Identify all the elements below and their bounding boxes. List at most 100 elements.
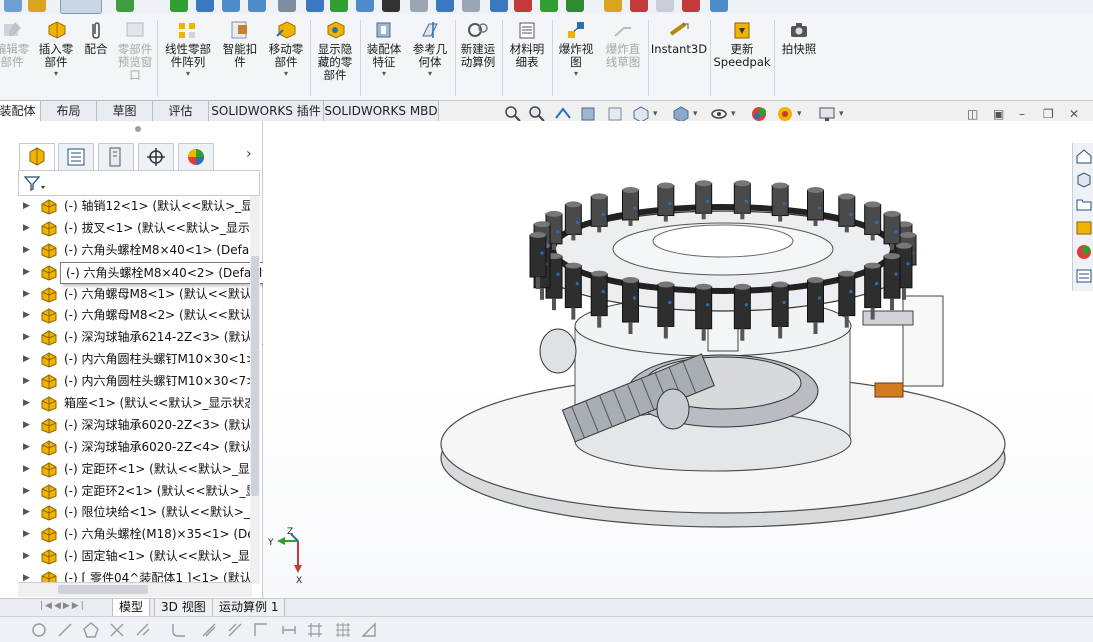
- mirror-tool-icon[interactable]: [134, 621, 152, 639]
- expand-arrow-icon[interactable]: ▶: [23, 546, 30, 568]
- trim-tool-icon[interactable]: [108, 621, 126, 639]
- expand-arrow-icon[interactable]: ▶: [23, 437, 30, 459]
- fillet-tool-icon[interactable]: [170, 621, 188, 639]
- expand-arrow-icon[interactable]: ▶: [23, 196, 30, 218]
- explode-line-sketch-button[interactable]: 爆炸直 线草图: [600, 20, 646, 69]
- expand-arrow-icon[interactable]: ▶: [23, 240, 30, 262]
- insert-component-button[interactable]: 插入零 部件 ▾: [35, 20, 77, 78]
- filter-icon[interactable]: [23, 174, 45, 192]
- reference-geometry-button[interactable]: 参考几 何体 ▾: [408, 20, 452, 78]
- mate-button[interactable]: 配合: [80, 20, 112, 56]
- offset-tool-icon[interactable]: [200, 621, 218, 639]
- tool-icon[interactable]: [514, 0, 532, 12]
- component-preview-button[interactable]: 零部件 预览窗 口: [113, 20, 157, 82]
- new-motion-study-button[interactable]: 新建运 动算例: [456, 20, 500, 69]
- sum-icon[interactable]: [382, 0, 400, 12]
- graphics-area[interactable]: Y Z X: [263, 121, 1093, 599]
- dropdown-arrow-icon[interactable]: ▾: [160, 69, 216, 78]
- close-icon[interactable]: ✕: [1069, 107, 1079, 121]
- expand-arrow-icon[interactable]: ▶: [23, 459, 30, 481]
- snapshot-button[interactable]: 拍快照: [776, 20, 822, 56]
- panel-grip[interactable]: [135, 126, 141, 132]
- bill-of-materials-button[interactable]: 材料明 细表: [504, 20, 550, 69]
- tab-sketch[interactable]: 草图: [96, 100, 153, 121]
- tool-icon[interactable]: [462, 0, 480, 12]
- exploded-view-button[interactable]: 爆炸视 图 ▾: [554, 20, 598, 78]
- tool-icon[interactable]: [710, 0, 728, 12]
- expand-arrow-icon[interactable]: ▶: [23, 415, 30, 437]
- slot-tool-icon[interactable]: [280, 621, 298, 639]
- check-icon[interactable]: [540, 0, 558, 12]
- tool-icon[interactable]: [356, 0, 374, 12]
- tab-addins[interactable]: SOLIDWORKS 插件: [208, 100, 324, 121]
- tab-display-manager[interactable]: [178, 143, 214, 171]
- dropdown-arrow-icon[interactable]: ▾: [35, 69, 77, 78]
- tool-icon[interactable]: [490, 0, 508, 12]
- tool-icon[interactable]: [278, 0, 296, 12]
- expand-arrow-icon[interactable]: ▶: [23, 305, 30, 327]
- tool-icon[interactable]: [682, 0, 700, 12]
- close-icon[interactable]: [566, 0, 584, 12]
- circle-tool-icon[interactable]: [30, 621, 48, 639]
- tool-icon[interactable]: [604, 0, 622, 12]
- line-tool-icon[interactable]: [56, 621, 74, 639]
- appearances-icon[interactable]: [1075, 243, 1093, 261]
- expand-arrow-icon[interactable]: ▶: [23, 568, 30, 582]
- instant3d-button[interactable]: Instant3D: [650, 20, 708, 56]
- tree-item[interactable]: ▶ (-) 六角螺母M8<2> (默认<<默认: [18, 305, 258, 327]
- tree-item[interactable]: ▶ (-) 六角螺母M8<1> (默认<<默认: [18, 284, 258, 306]
- tree-item[interactable]: ▶ (-) 定距环<1> (默认<<默认>_显示: [18, 459, 258, 481]
- tool-icon[interactable]: [656, 0, 674, 12]
- tree-item[interactable]: ▶ (-) 定距环2<1> (默认<<默认>_显: [18, 481, 258, 503]
- custom-properties-icon[interactable]: [1075, 267, 1093, 285]
- restore-icon[interactable]: ◫: [967, 107, 978, 121]
- dropdown-arrow-icon[interactable]: ▾: [362, 69, 406, 78]
- tree-item[interactable]: ▶ (-) 深沟球轴承6020-2Z<3> (默认: [18, 415, 258, 437]
- expand-arrow-icon[interactable]: ▶: [23, 371, 30, 393]
- expand-arrow-icon[interactable]: ▶: [23, 327, 30, 349]
- tree-item[interactable]: ▶ (-) 深沟球轴承6020-2Z<4> (默认: [18, 437, 258, 459]
- update-speedpak-button[interactable]: 更新 Speedpak: [712, 20, 772, 69]
- tab-property-manager[interactable]: [58, 143, 94, 171]
- tree-filter-bar[interactable]: [18, 170, 260, 196]
- expand-arrow-icon[interactable]: ▶: [23, 284, 30, 306]
- tab-mbd[interactable]: SOLIDWORKS MBD: [323, 100, 439, 121]
- tree-item[interactable]: ▶ (-) 限位块给<1> (默认<<默认>_显: [18, 502, 258, 524]
- expand-arrow-icon[interactable]: ▶: [23, 393, 30, 415]
- tool-icon[interactable]: [222, 0, 240, 12]
- tool-icon[interactable]: [196, 0, 214, 12]
- tree-item[interactable]: ▶ (-) 六角头螺栓M8×40<1> (Defau: [18, 240, 258, 262]
- tool-icon[interactable]: [306, 0, 324, 12]
- edit-component-button[interactable]: 编辑零 部件: [0, 20, 30, 69]
- smart-fasteners-button[interactable]: 智能扣 件: [218, 20, 262, 69]
- tree-item[interactable]: ▶ (-) 内六角圆柱头螺钉M10×30<7>: [18, 371, 258, 393]
- home-icon[interactable]: [1075, 147, 1093, 165]
- dropdown-arrow-icon[interactable]: ▾: [408, 69, 452, 78]
- scrollbar-thumb[interactable]: [251, 256, 259, 496]
- tree-item[interactable]: ▶ (-) 拔叉<1> (默认<<默认>_显示状: [18, 218, 258, 240]
- tree-horizontal-scrollbar[interactable]: [18, 582, 252, 597]
- tool-icon[interactable]: [410, 0, 428, 12]
- tab-feature-manager[interactable]: [19, 143, 55, 171]
- check-icon[interactable]: [330, 0, 348, 12]
- polygon-tool-icon[interactable]: [82, 621, 100, 639]
- assembly-features-button[interactable]: 装配体 特征 ▾: [362, 20, 406, 78]
- scrollbar-thumb[interactable]: [58, 585, 148, 594]
- expand-arrow-icon[interactable]: ▶: [23, 481, 30, 503]
- tab-layout[interactable]: 布局: [40, 100, 97, 121]
- tab-evaluate[interactable]: 评估: [152, 100, 209, 121]
- pattern-tool-icon[interactable]: [334, 621, 352, 639]
- tile-icon[interactable]: ▣: [993, 107, 1004, 121]
- expand-arrow-icon[interactable]: ▶: [23, 349, 30, 371]
- select-pointer-icon[interactable]: [60, 0, 102, 14]
- tree-item[interactable]: ▶ (-) 固定轴<1> (默认<<默认>_显示: [18, 546, 258, 568]
- expand-arrow-icon[interactable]: ▶: [23, 262, 30, 284]
- tool-icon[interactable]: [248, 0, 266, 12]
- tab-3d-views[interactable]: 3D 视图: [154, 599, 213, 617]
- rectangle-tool-icon[interactable]: [252, 621, 270, 639]
- view-palette-icon[interactable]: [1075, 219, 1093, 237]
- tool-icon[interactable]: [630, 0, 648, 12]
- move-component-button[interactable]: 移动零 部件 ▾: [264, 20, 308, 78]
- tab-assembly[interactable]: 装配体: [0, 100, 41, 121]
- tool-icon[interactable]: [436, 0, 454, 12]
